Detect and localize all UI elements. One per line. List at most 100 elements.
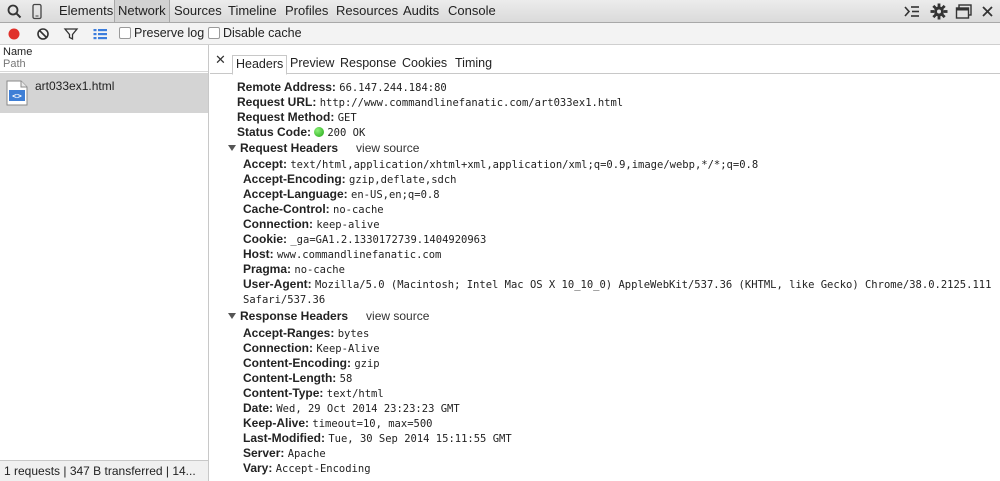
header-value: bytes: [337, 328, 370, 340]
tab-response[interactable]: Response: [337, 55, 399, 75]
header-key: Pragma:: [243, 262, 292, 276]
tab-preview[interactable]: Preview: [287, 55, 337, 75]
response-header-row: Accept-Ranges: bytes: [243, 326, 369, 342]
header-value: Apache: [287, 448, 326, 460]
request-header-row: Accept: text/html,application/xhtml+xml,…: [243, 157, 758, 173]
header-key: Last-Modified:: [243, 431, 325, 445]
tab-headers[interactable]: Headers: [232, 55, 288, 75]
section-title: Response Headers: [240, 309, 349, 323]
request-header-row: Host: www.commandlinefanatic.com: [243, 247, 441, 263]
request-name: art033ex1.html: [35, 79, 115, 93]
request-header-row: User-Agent: Mozilla/5.0 (Macintosh; Inte…: [243, 277, 991, 293]
header-value: http://www.commandlinefanatic.com/art033…: [319, 97, 624, 109]
tab-network[interactable]: Network: [114, 0, 170, 22]
tab-resources[interactable]: Resources: [333, 0, 401, 22]
response-header-row: Server: Apache: [243, 446, 326, 462]
header-key: Cookie:: [243, 232, 288, 246]
header-value: _ga=GA1.2.1330172739.1404920963: [290, 234, 487, 246]
tab-console[interactable]: Console: [445, 0, 499, 22]
header-value: no-cache: [294, 264, 345, 276]
search-icon[interactable]: [6, 3, 24, 20]
request-header-row: Connection: keep-alive: [243, 217, 380, 233]
disable-cache-label[interactable]: Disable cache: [223, 26, 302, 40]
header-value: www.commandlinefanatic.com: [277, 249, 442, 261]
header-key: Accept:: [243, 157, 288, 171]
tab-timeline[interactable]: Timeline: [225, 0, 280, 22]
header-value: en-US,en;q=0.8: [351, 189, 440, 201]
html-file-icon: <>: [6, 80, 28, 106]
settings-gear-icon[interactable]: [930, 3, 948, 20]
name-column-header[interactable]: Name Path: [0, 45, 208, 72]
header-key: Accept-Ranges:: [243, 326, 335, 340]
general-header-row: Status Code: 200 OK: [237, 125, 365, 141]
device-mode-icon[interactable]: [28, 3, 46, 20]
tab-sources[interactable]: Sources: [171, 0, 225, 22]
header-key: Vary:: [243, 461, 273, 475]
header-key: Accept-Language:: [243, 187, 348, 201]
response-header-row: Last-Modified: Tue, 30 Sep 2014 15:11:55…: [243, 431, 512, 447]
record-icon[interactable]: [6, 26, 22, 42]
header-value: Accept-Encoding: [275, 463, 371, 475]
header-value: Keep-Alive: [316, 343, 380, 355]
header-value: Tue, 30 Sep 2014 15:11:55 GMT: [328, 433, 512, 445]
clear-icon[interactable]: [35, 26, 51, 42]
header-value: gzip,deflate,sdch: [349, 174, 457, 186]
header-key: Date:: [243, 401, 274, 415]
header-key: Accept-Encoding:: [243, 172, 346, 186]
devtools-toolbar: Elements Network Sources Timeline Profil…: [0, 0, 1000, 23]
response-header-row: Date: Wed, 29 Oct 2014 23:23:23 GMT: [243, 401, 460, 417]
request-header-row-continued: Safari/537.36: [243, 292, 325, 308]
view-source-link[interactable]: view source: [366, 309, 429, 323]
header-value: no-cache: [333, 204, 384, 216]
header-key: Content-Encoding:: [243, 356, 351, 370]
header-key: Status Code:: [237, 125, 312, 139]
preserve-log-checkbox[interactable]: [119, 27, 131, 39]
close-detail-icon[interactable]: ✕: [215, 52, 226, 68]
disable-cache-checkbox[interactable]: [208, 27, 220, 39]
header-key: Connection:: [243, 217, 313, 231]
show-drawer-icon[interactable]: [903, 3, 921, 20]
tab-audits[interactable]: Audits: [400, 0, 442, 22]
section-title: Request Headers: [240, 141, 339, 155]
header-key: Remote Address:: [237, 80, 336, 94]
preserve-log-label[interactable]: Preserve log: [134, 26, 204, 40]
view-source-link[interactable]: view source: [356, 141, 419, 155]
header-key: Request URL:: [237, 95, 317, 109]
status-summary: 1 requests | 347 B transferred | 14...: [0, 460, 208, 481]
header-key: Connection:: [243, 341, 313, 355]
header-value: 66.147.244.184:80: [339, 82, 447, 94]
general-header-row: Request Method: GET: [237, 110, 357, 126]
expand-triangle-icon[interactable]: [228, 145, 236, 151]
dock-side-icon[interactable]: [955, 3, 973, 20]
tab-profiles[interactable]: Profiles: [282, 0, 331, 22]
detail-tabs: ✕ Headers Preview Response Cookies Timin…: [210, 52, 1000, 75]
header-value: 200 OK: [327, 127, 366, 139]
header-key: Cache-Control:: [243, 202, 330, 216]
header-value: text/html,application/xhtml+xml,applicat…: [290, 159, 759, 171]
header-value: gzip: [354, 358, 380, 370]
tab-timing[interactable]: Timing: [452, 55, 495, 75]
list-view-icon[interactable]: [92, 26, 108, 42]
response-header-row: Content-Type: text/html: [243, 386, 384, 402]
filter-icon[interactable]: [63, 26, 79, 42]
header-value: 58: [339, 373, 353, 385]
request-row[interactable]: <> art033ex1.html: [0, 73, 208, 113]
request-detail-pane: ✕ Headers Preview Response Cookies Timin…: [210, 45, 1000, 481]
general-header-row: Remote Address: 66.147.244.184:80: [237, 80, 447, 96]
request-header-row: Accept-Language: en-US,en;q=0.8: [243, 187, 440, 203]
tab-cookies[interactable]: Cookies: [399, 55, 450, 75]
header-key: Request Method:: [237, 110, 335, 124]
response-header-row: Vary: Accept-Encoding: [243, 461, 371, 477]
close-devtools-icon[interactable]: [979, 3, 997, 20]
status-ok-icon: [314, 127, 325, 137]
response-header-row: Connection: Keep-Alive: [243, 341, 380, 357]
request-headers-section-title[interactable]: Request Headers view source: [228, 141, 419, 156]
path-column-label: Path: [3, 58, 26, 70]
request-header-row: Cookie: _ga=GA1.2.1330172739.1404920963: [243, 232, 486, 248]
response-headers-section-title[interactable]: Response Headers view source: [228, 309, 429, 324]
tab-elements[interactable]: Elements: [56, 0, 116, 22]
response-header-row: Content-Encoding: gzip: [243, 356, 380, 372]
response-header-row: Content-Length: 58: [243, 371, 352, 387]
header-key: Content-Type:: [243, 386, 324, 400]
expand-triangle-icon[interactable]: [228, 313, 236, 319]
